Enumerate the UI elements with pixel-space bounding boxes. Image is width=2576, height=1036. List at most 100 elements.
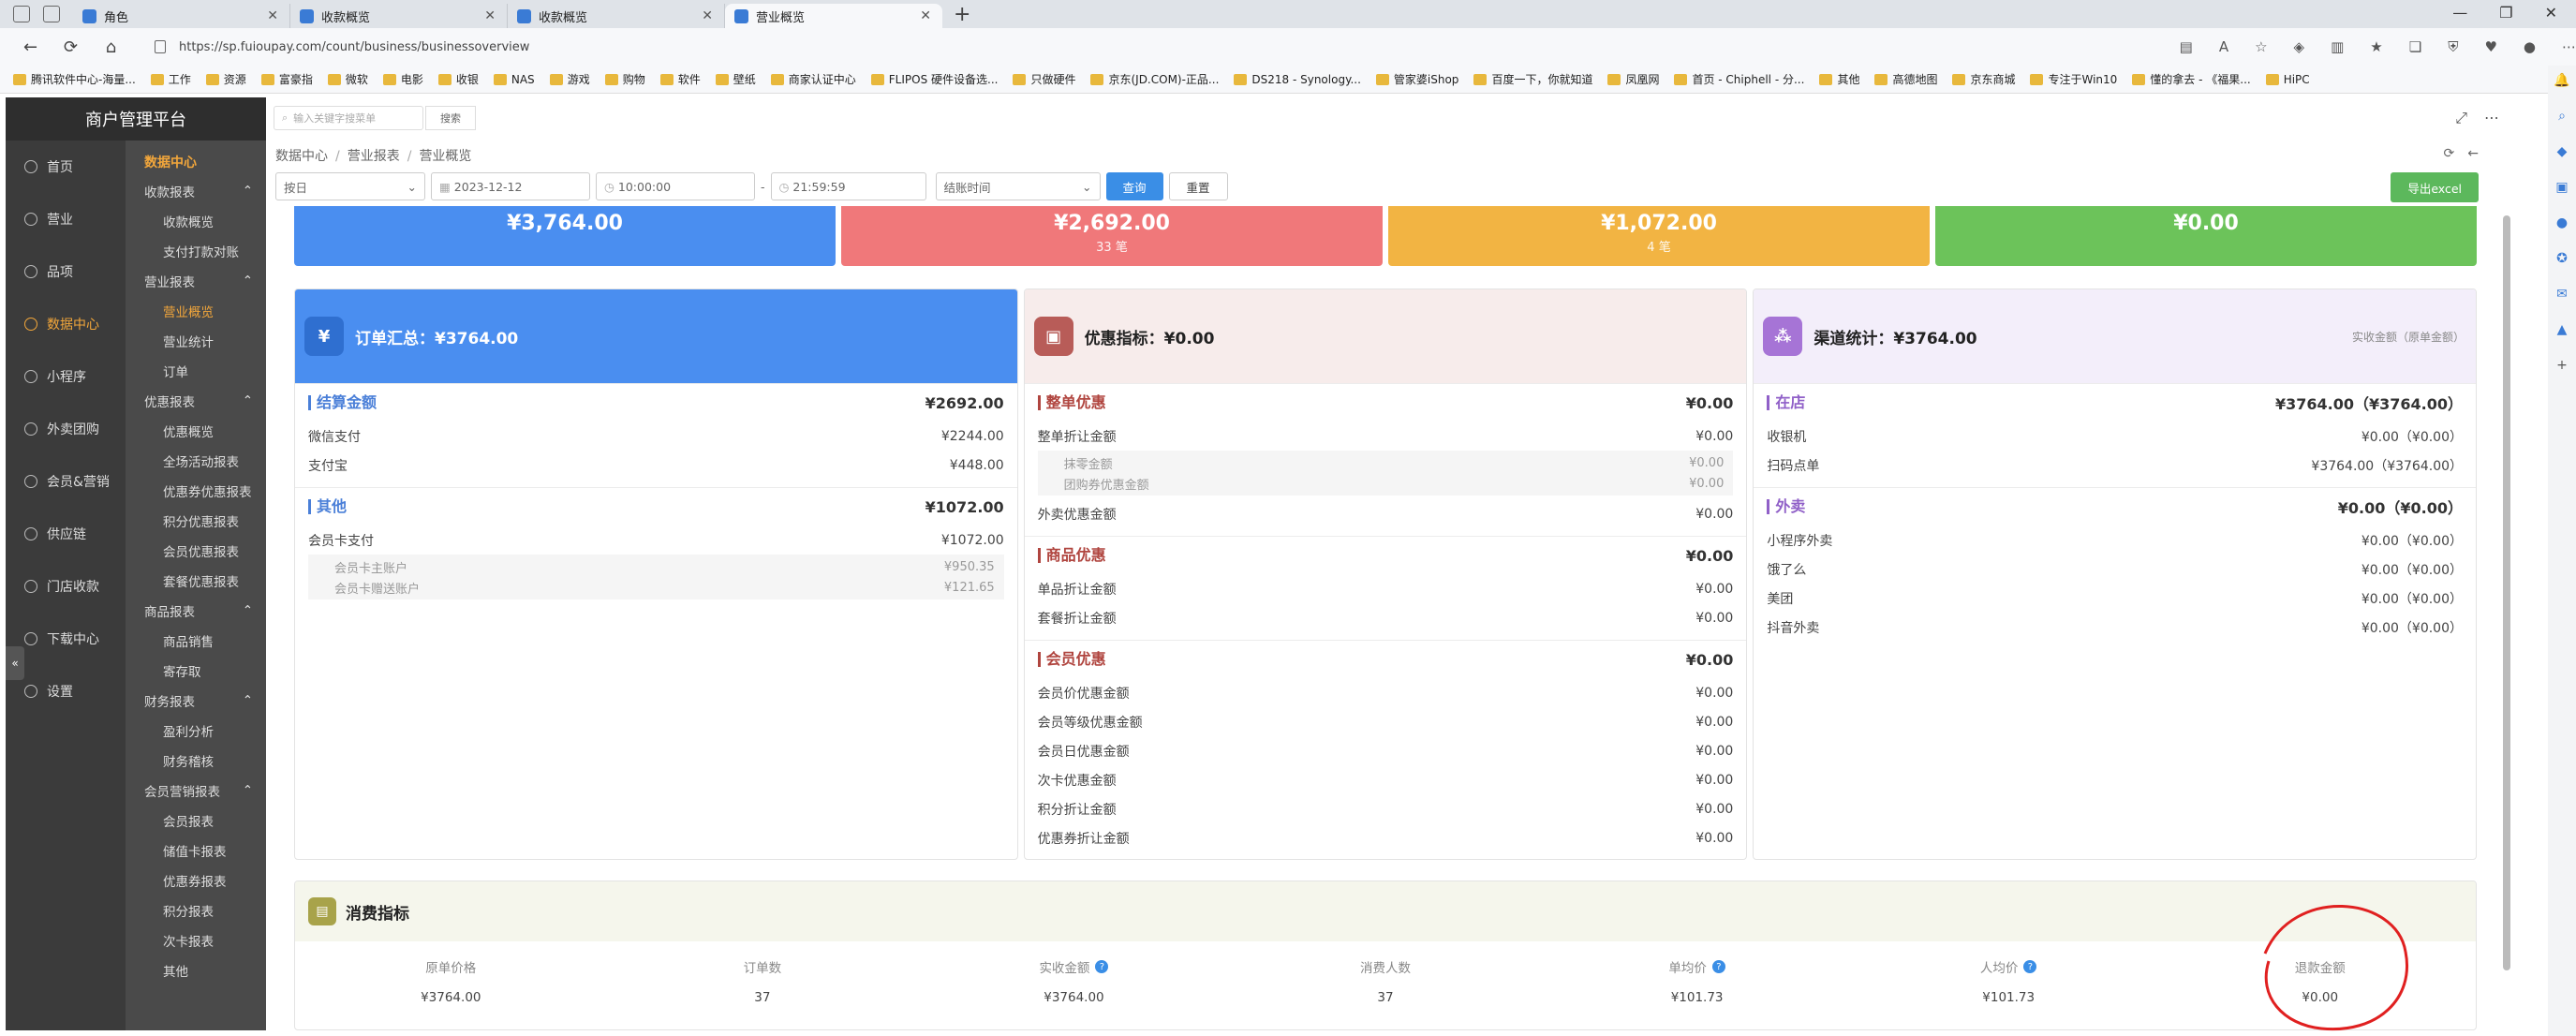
bookmark-item[interactable]: HiPC — [2265, 73, 2310, 86]
copilot-icon[interactable]: ♥ — [2484, 38, 2496, 55]
favorite-star-icon[interactable]: ☆ — [2255, 38, 2267, 55]
submenu-link[interactable]: 优惠概览 — [126, 416, 266, 446]
query-button[interactable]: 查询 — [1105, 172, 1163, 200]
outlook-icon[interactable]: ✉ — [2556, 287, 2568, 302]
bookmark-item[interactable]: 懂的拿去 - 《福果... — [2132, 71, 2251, 87]
menu-search-input[interactable]: ⌕ 输入关键字搜菜单 — [274, 106, 423, 130]
url-field[interactable]: https://sp.fuioupay.com/count/business/b… — [140, 33, 2170, 61]
refresh-page-icon[interactable]: ⟳ — [2444, 146, 2455, 161]
tab-close-icon[interactable]: ✕ — [267, 8, 278, 23]
submenu-link[interactable]: 其他 — [126, 955, 266, 985]
submenu-link[interactable]: 优惠券优惠报表 — [126, 476, 266, 506]
new-tab-button[interactable]: + — [954, 3, 970, 26]
submenu-link[interactable]: 优惠券报表 — [126, 866, 266, 895]
bookmark-item[interactable]: 软件 — [659, 71, 701, 87]
submenu-link[interactable]: 套餐优惠报表 — [126, 566, 266, 596]
browser-tab[interactable]: 收款概览 ✕ — [290, 4, 508, 28]
submenu-link[interactable]: 收款概览 — [126, 206, 266, 236]
favorites-icon[interactable]: ★ — [2370, 38, 2382, 55]
submenu-group[interactable]: 营业报表 ⌃ — [126, 266, 266, 296]
start-time-picker[interactable]: ◷ 10:00:00 — [596, 172, 755, 200]
help-icon[interactable]: ? — [1095, 960, 1109, 973]
bookmark-item[interactable]: 富豪指 — [260, 71, 313, 87]
end-time-picker[interactable]: ◷ 21:59:59 — [770, 172, 926, 200]
bookmark-item[interactable]: 百度一下，你就知道 — [1473, 71, 1592, 87]
bookmark-item[interactable]: 其他 — [1819, 71, 1859, 87]
minimize-icon[interactable]: — — [2452, 4, 2467, 22]
submenu-link[interactable]: 支付打款对账 — [126, 236, 266, 266]
bookmark-item[interactable]: 壁纸 — [715, 71, 756, 87]
reader-icon[interactable]: ▤ — [2180, 38, 2193, 55]
bookmark-item[interactable]: DS218 - Synology... — [1234, 73, 1361, 86]
fullscreen-icon[interactable]: ⤢ — [2455, 109, 2467, 127]
tab-close-icon[interactable]: ✕ — [920, 8, 931, 23]
bookmark-item[interactable]: 京东商城 — [1952, 71, 2015, 87]
tab-close-icon[interactable]: ✕ — [484, 8, 496, 23]
split-icon[interactable]: ▥ — [2331, 38, 2344, 55]
help-icon[interactable]: ? — [1711, 960, 1725, 973]
bookmark-item[interactable]: 管家婆iShop — [1375, 71, 1458, 87]
date-picker[interactable]: ▦ 2023-12-12 — [431, 172, 590, 200]
bookmark-item[interactable]: FLIPOS 硬件设备选... — [870, 71, 998, 87]
submenu-group[interactable]: 收款报表 ⌃ — [126, 176, 266, 206]
toolbox-icon[interactable]: ▣ — [2555, 180, 2568, 195]
bookmark-item[interactable]: 高德地图 — [1874, 71, 1937, 87]
bookmark-item[interactable]: 资源 — [205, 71, 246, 87]
shield-icon[interactable]: ⛨ — [2448, 38, 2458, 55]
more-icon[interactable]: ⋯ — [2562, 38, 2576, 55]
sidebar-item[interactable]: 供应链 — [6, 508, 126, 560]
search-icon[interactable]: ⌕ — [2558, 109, 2566, 124]
help-icon[interactable]: ? — [2023, 960, 2037, 973]
bookmark-item[interactable]: 游戏 — [549, 71, 590, 87]
submenu-link[interactable]: 次卡报表 — [126, 925, 266, 955]
submenu-link[interactable]: 订单 — [126, 356, 266, 386]
sidebar-item[interactable]: 数据中心 — [6, 298, 126, 350]
sidebar-item[interactable]: 营业 — [6, 193, 126, 245]
home-icon[interactable]: ⌂ — [101, 37, 121, 57]
reset-button[interactable]: 重置 — [1168, 172, 1228, 200]
maximize-icon[interactable]: ❐ — [2499, 4, 2512, 22]
submenu-link[interactable]: 营业统计 — [126, 326, 266, 356]
submenu-link[interactable]: 积分优惠报表 — [126, 506, 266, 536]
sidebar-item[interactable]: 外卖团购 — [6, 403, 126, 455]
browser-tab[interactable]: 营业概览 ✕ — [725, 4, 942, 28]
page-scrollbar[interactable] — [2503, 215, 2510, 970]
bookmark-item[interactable]: 微软 — [327, 71, 368, 87]
bookmark-item[interactable]: 凤凰网 — [1607, 71, 1659, 87]
collapse-sidebar-button[interactable]: « — [6, 646, 24, 680]
bookmark-item[interactable]: 首页 - Chiphell - 分... — [1674, 71, 1804, 87]
browser-tab[interactable]: 角色 ✕ — [73, 4, 290, 28]
back-icon[interactable]: ← — [21, 37, 40, 57]
workspaces-icon[interactable] — [13, 6, 30, 22]
submenu-link[interactable]: 盈利分析 — [126, 716, 266, 746]
sidebar-item[interactable]: 首页 — [6, 141, 126, 193]
breadcrumb-item[interactable]: 营业报表 — [348, 149, 400, 164]
tag-icon[interactable]: ◆ — [2557, 144, 2568, 159]
browser-tab[interactable]: 收款概览 ✕ — [508, 4, 725, 28]
submenu-link[interactable]: 寄存取 — [126, 656, 266, 686]
submenu-link[interactable]: 储值卡报表 — [126, 836, 266, 866]
bookmark-item[interactable]: 京东(JD.COM)-正品... — [1090, 71, 1219, 87]
period-select[interactable]: 按日 ⌄ — [275, 172, 425, 200]
bookmark-item[interactable]: 购物 — [604, 71, 645, 87]
add-icon[interactable]: + — [2556, 358, 2568, 373]
sidebar-item[interactable]: 门店收款 — [6, 560, 126, 613]
collections-icon[interactable]: ❏ — [2409, 38, 2421, 55]
submenu-group[interactable]: 优惠报表 ⌃ — [126, 386, 266, 416]
time-type-select[interactable]: 结账时间 ⌄ — [935, 172, 1101, 200]
submenu-link[interactable]: 财务稽核 — [126, 746, 266, 776]
submenu-link[interactable]: 营业概览 — [126, 296, 266, 326]
bookmark-item[interactable]: 只做硬件 — [1013, 71, 1075, 87]
tab-actions-icon[interactable] — [43, 6, 60, 22]
submenu-group[interactable]: 财务报表 ⌃ — [126, 686, 266, 716]
bookmark-item[interactable]: NAS — [493, 73, 535, 86]
bookmark-item[interactable]: 电影 — [382, 71, 423, 87]
sidebar-item[interactable]: 品项 — [6, 245, 126, 298]
submenu-link[interactable]: 商品销售 — [126, 626, 266, 656]
bookmark-item[interactable]: 商家认证中心 — [770, 71, 856, 87]
submenu-group[interactable]: 商品报表 ⌃ — [126, 596, 266, 626]
person-icon[interactable]: ● — [2556, 215, 2568, 230]
drop-icon[interactable]: ▲ — [2557, 322, 2568, 337]
sidebar-item[interactable]: 小程序 — [6, 350, 126, 403]
bell-icon[interactable]: 🔔 — [2554, 73, 2569, 88]
